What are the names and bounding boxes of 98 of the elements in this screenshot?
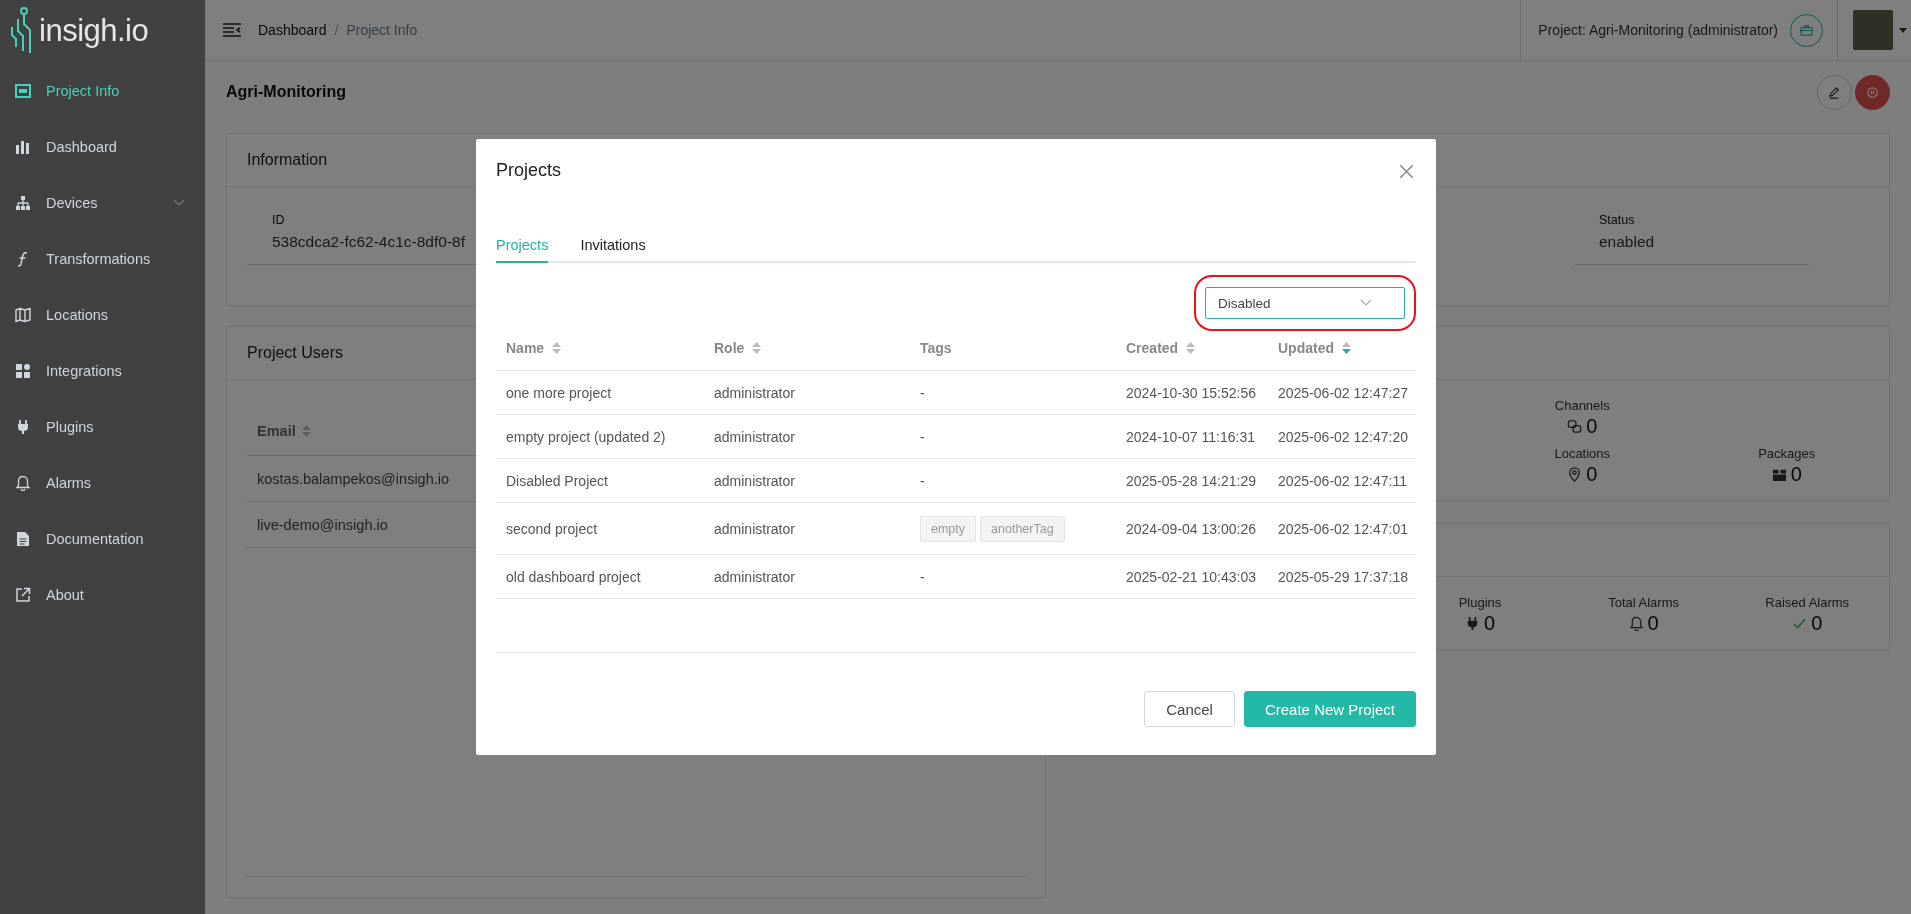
status-filter-dropdown[interactable]: Disabled bbox=[1205, 287, 1405, 319]
cancel-button[interactable]: Cancel bbox=[1144, 691, 1235, 727]
logo-text: insigh.io bbox=[39, 13, 149, 49]
field-label: Status bbox=[1599, 213, 1636, 227]
sidebar-item[interactable]: Project Info bbox=[0, 63, 205, 119]
stat-value: 0 bbox=[1586, 415, 1598, 438]
table-cell-text: administrator bbox=[714, 384, 796, 401]
table-cell-text: - bbox=[920, 568, 926, 585]
breadcrumb-current: Project Info bbox=[346, 22, 418, 38]
document-icon bbox=[15, 531, 31, 547]
pause-circle-icon bbox=[1865, 84, 1880, 100]
stat-label: Channels bbox=[1554, 398, 1610, 413]
table-cell-text: old dashboard project bbox=[506, 568, 642, 585]
hierarchy-icon bbox=[15, 195, 31, 211]
table-cell-text: 2025-02-21 10:43:03 bbox=[1126, 568, 1257, 585]
briefcase-icon bbox=[1799, 22, 1814, 38]
bell-icon bbox=[1628, 616, 1644, 631]
table-cell-text: 2025-06-02 12:47:20 bbox=[1278, 428, 1409, 445]
picture-frame-icon bbox=[15, 83, 31, 99]
sidebar-item[interactable]: Dashboard bbox=[0, 119, 205, 175]
sort-icon[interactable] bbox=[1186, 341, 1196, 354]
table-cell-text: 2025-06-02 12:47:27 bbox=[1278, 384, 1409, 401]
external-link-icon bbox=[15, 587, 31, 603]
menu-icon[interactable] bbox=[223, 23, 241, 37]
close-icon bbox=[1399, 164, 1414, 179]
chevron-down-icon[interactable] bbox=[173, 199, 185, 207]
table-cell-text: 2024-09-04 13:00:26 bbox=[1126, 520, 1257, 537]
table-cell-text: 2025-05-28 14:21:29 bbox=[1126, 472, 1257, 489]
table-cell-text: 2024-10-07 11:16:31 bbox=[1126, 428, 1256, 445]
sidebar-item[interactable]: About bbox=[0, 567, 205, 623]
sidebar-item[interactable]: Integrations bbox=[0, 343, 205, 399]
column-header[interactable]: Role bbox=[714, 339, 745, 356]
stat-value: 0 bbox=[1790, 463, 1802, 486]
sort-icon[interactable] bbox=[752, 341, 762, 354]
stat-label: Plugins bbox=[1458, 595, 1502, 610]
table-cell-text: administrator bbox=[714, 568, 796, 585]
pencil-icon bbox=[1827, 84, 1842, 100]
sidebar-item[interactable]: Plugins bbox=[0, 399, 205, 455]
package-icon bbox=[1771, 467, 1787, 482]
edit-button[interactable] bbox=[1817, 74, 1852, 110]
table-cell-text: - bbox=[920, 384, 926, 401]
stat-value: 0 bbox=[1483, 612, 1496, 635]
table-cell-text: administrator bbox=[714, 428, 796, 445]
sidebar-item[interactable]: Documentation bbox=[0, 511, 205, 567]
field-value: enabled bbox=[1599, 233, 1655, 251]
page-title: Agri-Monitoring bbox=[226, 83, 347, 101]
stat-label: Raised Alarms bbox=[1765, 595, 1850, 610]
table-cell-text: administrator bbox=[714, 520, 796, 537]
sort-icon[interactable] bbox=[301, 424, 311, 437]
stat-label: Locations bbox=[1554, 446, 1611, 461]
breadcrumb-link[interactable]: Dashboard bbox=[258, 22, 327, 38]
caret-icon[interactable] bbox=[1899, 27, 1907, 33]
table-cell-text: 2025-05-29 17:37:18 bbox=[1278, 568, 1409, 585]
stat-value: 0 bbox=[1586, 463, 1598, 486]
sidebar-item[interactable]: Alarms bbox=[0, 455, 205, 511]
location-pin-icon bbox=[1567, 467, 1583, 482]
table-cell-text: 2024-10-30 15:52:56 bbox=[1126, 384, 1257, 401]
table-cell-text: - bbox=[920, 428, 926, 445]
table-cell-text: empty project (updated 2) bbox=[506, 428, 667, 445]
stat-label: Total Alarms bbox=[1608, 595, 1679, 610]
bar-chart-icon bbox=[15, 139, 31, 155]
checkmark-icon bbox=[1792, 616, 1808, 631]
field-label: ID bbox=[272, 213, 286, 227]
tiles-icon bbox=[15, 363, 31, 379]
field-value: 538cdca2-fc62-4c1c-8df0-8f bbox=[272, 233, 465, 251]
stat-value: 0 bbox=[1811, 612, 1823, 635]
tag: empty bbox=[920, 515, 977, 542]
plug-icon bbox=[15, 419, 31, 435]
table-cell-text: 2025-06-02 12:47:01 bbox=[1278, 520, 1409, 537]
sidebar-item[interactable]: Devices bbox=[0, 175, 205, 231]
breadcrumb-separator: / bbox=[334, 22, 339, 38]
table-cell-text: 2025-06-02 12:47:11 bbox=[1278, 472, 1408, 489]
disable-button[interactable] bbox=[1855, 74, 1890, 110]
project-label: Project: Agri-Monitoring (administrator) bbox=[1538, 22, 1778, 38]
column-header: Email bbox=[257, 422, 296, 439]
sort-icon[interactable] bbox=[552, 341, 562, 354]
tag: anotherTag bbox=[980, 515, 1065, 542]
stat-label: Packages bbox=[1758, 446, 1816, 461]
sidebar-item[interactable]: Locations bbox=[0, 287, 205, 343]
table-cell-text: one more project bbox=[506, 384, 613, 401]
dialog-title: Projects bbox=[496, 159, 563, 181]
switch-project-button[interactable] bbox=[1790, 13, 1823, 47]
table-cell-text: administrator bbox=[714, 472, 796, 489]
column-header[interactable]: Name bbox=[506, 339, 545, 356]
map-icon bbox=[15, 307, 31, 323]
column-header[interactable]: Created bbox=[1126, 339, 1179, 356]
table-cell-text: Disabled Project bbox=[506, 472, 609, 489]
column-header[interactable]: Updated bbox=[1278, 339, 1334, 356]
column-header: Tags bbox=[920, 339, 952, 356]
chevron-down-icon bbox=[1360, 299, 1372, 307]
stat-value: 0 bbox=[1647, 612, 1659, 635]
sort-descending-icon[interactable] bbox=[1342, 341, 1351, 354]
sidebar-item[interactable]: Transformations bbox=[0, 231, 205, 287]
linked-squares-icon bbox=[1567, 419, 1583, 434]
table-cell-text: second project bbox=[506, 520, 599, 537]
table-cell-text: - bbox=[920, 472, 926, 489]
tab[interactable]: Invitations bbox=[580, 227, 646, 263]
bell-icon bbox=[15, 475, 31, 491]
